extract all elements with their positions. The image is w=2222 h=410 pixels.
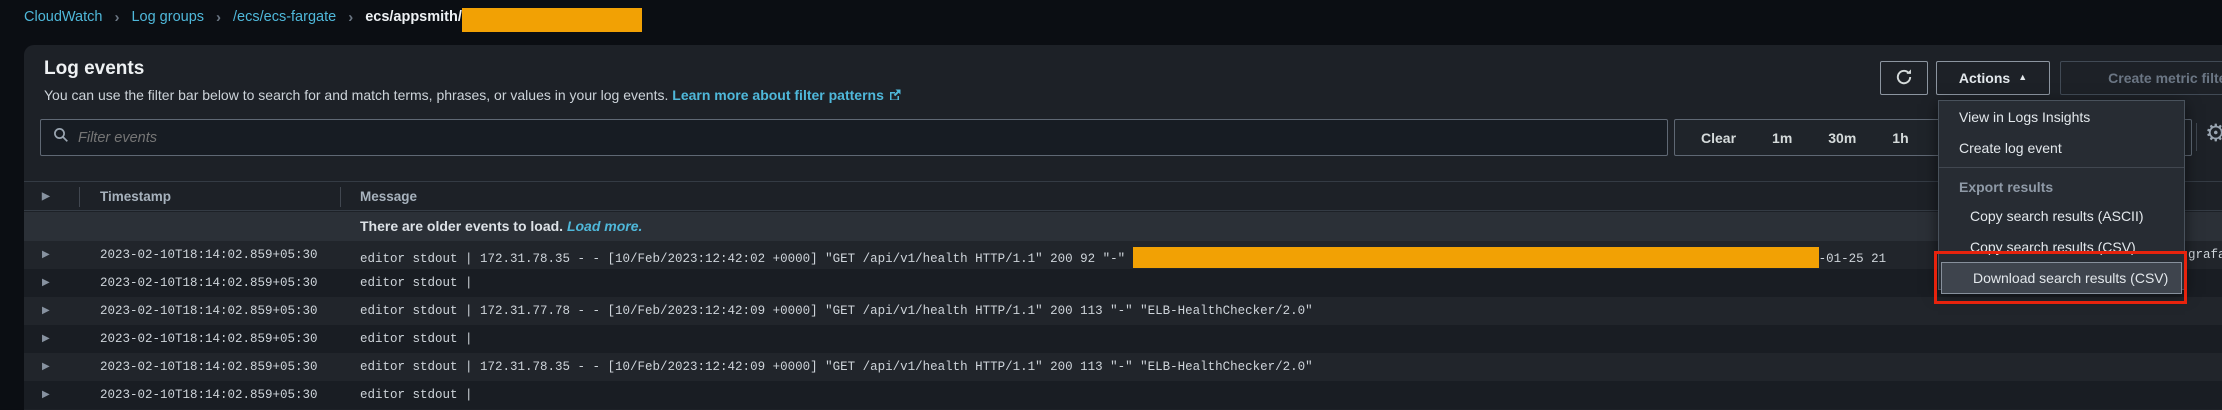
row-timestamp: 2023-02-10T18:14:02.859+05:30 [100,388,318,402]
menu-divider [1939,167,2184,168]
row-message-text: editor stdout | 172.31.78.35 - - [10/Feb… [360,252,1133,266]
menu-item-create-log-event[interactable]: Create log event [1939,132,2184,163]
row-message-tail: -01-25 21 [1819,252,1887,266]
table-row: ▶ 2023-02-10T18:14:02.859+05:30 editor std… [24,381,2222,409]
breadcrumb-separator-icon: › [348,9,353,26]
filter-events-input[interactable] [78,130,1611,146]
external-link-icon [888,87,902,103]
menu-item-copy-search-results-csv[interactable]: Copy search results (CSV) [1939,231,2184,262]
menu-item-copy-search-results-ascii[interactable]: Copy search results (ASCII) [1939,200,2184,231]
row-expand-chevron-icon[interactable]: ▶ [42,333,50,344]
row-message: editor stdout | [360,332,473,346]
refresh-icon [1895,68,1913,89]
row-expand-chevron-icon[interactable]: ▶ [42,277,50,288]
description-text: You can use the filter bar below to sear… [44,87,668,103]
actions-button-label: Actions [1959,70,2010,86]
older-events-label: There are older events to load. [360,218,563,234]
column-divider [79,187,80,207]
learn-more-link[interactable]: Learn more about filter patterns [672,87,884,103]
row-message: editor stdout | 172.31.78.35 - - [10/Feb… [360,360,1313,374]
expand-all-chevron-icon[interactable]: ▶ [42,191,50,202]
row-timestamp: 2023-02-10T18:14:02.859+05:30 [100,304,318,318]
create-metric-filter-label: Create metric filter [2108,70,2222,86]
breadcrumb-log-groups[interactable]: Log groups [131,9,204,25]
row-message-overflow: grafan [2188,248,2222,262]
menu-item-download-search-results-csv[interactable]: Download search results (CSV) [1941,262,2182,294]
row-message: editor stdout | [360,388,473,402]
older-events-row: There are older events to load. Load mor… [24,212,2222,241]
row-expand-chevron-icon[interactable]: ▶ [42,389,50,400]
breadcrumb-separator-icon: › [114,9,119,26]
filter-events-input-wrapper [40,119,1668,156]
table-row: ▶ 2023-02-10T18:14:02.859+05:30 editor std… [24,297,2222,325]
breadcrumb-separator-icon: › [216,9,221,26]
row-timestamp: 2023-02-10T18:14:02.859+05:30 [100,332,318,346]
time-range-30m[interactable]: 30m [1828,130,1856,146]
row-message: editor stdout | 172.31.77.78 - - [10/Feb… [360,304,1313,318]
menu-item-export-results: Export results [1939,173,2184,200]
page-description: You can use the filter bar below to sear… [44,87,902,103]
row-timestamp: 2023-02-10T18:14:02.859+05:30 [100,360,318,374]
actions-button[interactable]: Actions ▲ [1936,61,2050,95]
actions-menu: View in Logs InsightsCreate log event Exp… [1938,100,2185,290]
refresh-button[interactable] [1880,61,1928,95]
time-range-1m[interactable]: 1m [1772,130,1792,146]
row-timestamp: 2023-02-10T18:14:02.859+05:30 [100,248,318,262]
row-timestamp: 2023-02-10T18:14:02.859+05:30 [100,276,318,290]
table-row: ▶ 2023-02-10T18:14:02.859+05:30 editor std… [24,353,2222,381]
breadcrumb: CloudWatch › Log groups › /ecs/ecs-farga… [0,0,2222,34]
row-expand-chevron-icon[interactable]: ▶ [42,361,50,372]
time-range-1h[interactable]: 1h [1892,130,1908,146]
load-more-link[interactable]: Load more. [567,218,642,234]
table-row: ▶ 2023-02-10T18:14:02.859+05:30 editor std… [24,269,2222,297]
breadcrumb-current-text: ecs/appsmith/ [365,9,462,25]
table-row: ▶ 2023-02-10T18:14:02.859+05:30 editor std… [24,325,2222,353]
table-header: ▶ Timestamp Message [24,181,2222,211]
row-expand-chevron-icon[interactable]: ▶ [42,249,50,260]
log-rows-container: There are older events to load. Load mor… [24,212,2222,409]
chevron-up-icon: ▲ [2018,72,2027,82]
create-metric-filter-button[interactable]: Create metric filter [2060,61,2222,95]
toolbar-divider [2196,123,2197,151]
redaction-block [1133,247,1819,268]
timestamp-column-header: Timestamp [100,189,171,204]
search-icon [53,127,69,148]
page-title: Log events [44,58,144,80]
row-message: editor stdout | 172.31.78.35 - - [10/Feb… [360,248,1886,269]
row-expand-chevron-icon[interactable]: ▶ [42,305,50,316]
top-navigation-bar: CloudWatch › Log groups › /ecs/ecs-farga… [0,0,2222,34]
menu-item-view-in-logs-insights[interactable]: View in Logs Insights [1939,101,2184,132]
gear-icon[interactable]: ⚙ [2205,119,2222,148]
log-events-panel: Log events You can use the filter bar be… [24,45,2222,410]
clear-time-range-button[interactable]: Clear [1701,130,1736,146]
breadcrumb-current-stream: ecs/appsmith/ [365,5,642,29]
column-divider [340,187,341,207]
row-message: editor stdout | [360,276,473,290]
table-row: ▶ 2023-02-10T18:14:02.859+05:30 grafan edit… [24,241,2222,269]
message-column-header: Message [360,189,417,204]
breadcrumb-log-group-name[interactable]: /ecs/ecs-fargate [233,9,336,25]
older-events-text: There are older events to load. Load mor… [360,218,642,234]
breadcrumb-cloudwatch[interactable]: CloudWatch [24,9,102,25]
redaction-block [462,8,642,32]
